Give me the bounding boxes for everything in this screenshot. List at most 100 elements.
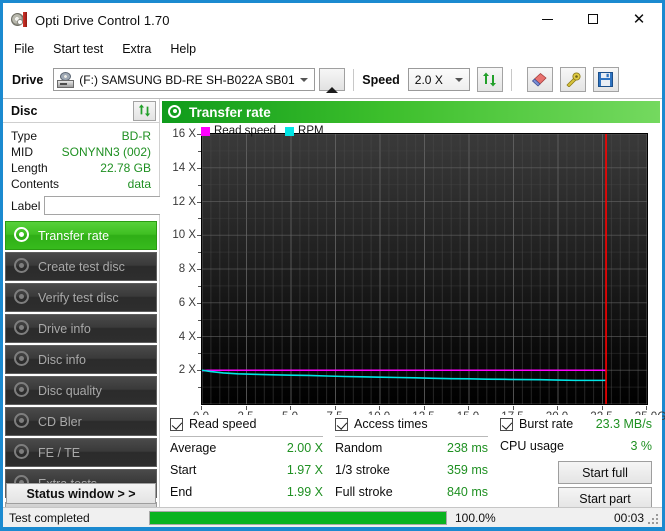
stat-value: 1.99 X — [286, 485, 323, 499]
window-title: Opti Drive Control 1.70 — [35, 12, 170, 28]
read-speed-checkbox-row[interactable]: Read speed — [170, 415, 345, 433]
legend-swatch-read-speed — [201, 126, 210, 136]
sidebar-item-transfer-rate[interactable]: Transfer rate — [5, 221, 157, 250]
stat-value: 2.00 X — [286, 441, 323, 455]
sidebar-item-label: Create test disc — [38, 259, 125, 274]
stat-row-third-stroke: 1/3 stroke 359 ms — [335, 459, 510, 481]
burst-rate-checkbox[interactable] — [500, 417, 513, 431]
row-key: Length — [11, 161, 48, 175]
access-times-checkbox-row[interactable]: Access times — [335, 415, 510, 433]
legend-label-rpm: RPM — [298, 125, 324, 137]
row-value: SONYNN3 (002) — [61, 145, 151, 159]
sidebar-item-drive-info[interactable]: Drive info — [5, 314, 157, 343]
sidebar-item-disc-info[interactable]: Disc info — [5, 345, 157, 374]
sidebar-item-disc-quality[interactable]: Disc quality — [5, 376, 157, 405]
maximize-button[interactable] — [570, 3, 616, 35]
cpu-usage-value: 3 % — [630, 439, 652, 453]
access-times-checkbox-label: Access times — [354, 417, 428, 431]
menu-item-file[interactable]: File — [6, 39, 42, 59]
start-full-button[interactable]: Start full — [558, 461, 652, 484]
cpu-usage-label: CPU usage — [500, 439, 564, 453]
title-bar: Opti Drive Control 1.70 ✕ — [3, 3, 662, 37]
transfer-rate-icon — [14, 227, 31, 244]
nav-list: Transfer rate Create test disc Verify te… — [3, 221, 159, 519]
sidebar-item-label: Disc info — [38, 352, 86, 367]
chart-x-tick — [245, 406, 247, 410]
row-key: MID — [11, 145, 33, 159]
chart-x-tick — [423, 406, 425, 410]
burst-rate-row: Burst rate 23.3 MB/s — [500, 415, 660, 433]
chart-x-tick — [601, 406, 603, 410]
burst-rate-stats: Burst rate 23.3 MB/s CPU usage 3 % Start… — [500, 415, 660, 510]
stat-value: 1.97 X — [286, 463, 323, 477]
disc-panel-title: Disc — [11, 103, 38, 118]
speed-select[interactable]: 2.0 X — [407, 68, 470, 91]
disc-info-row-length: Length 22.78 GB — [11, 160, 151, 176]
disc-info-icon — [14, 351, 31, 368]
row-key: Contents — [11, 177, 60, 191]
floppy-save-icon — [598, 72, 614, 87]
cd-bler-icon — [14, 413, 31, 430]
chart-x-tick — [512, 406, 514, 410]
stat-key: End — [170, 485, 193, 499]
row-value: data — [127, 177, 151, 191]
status-bar: Test completed 100.0% 00:03 — [3, 507, 662, 527]
chart-canvas — [201, 133, 648, 405]
progress-label: 100.0% — [455, 510, 496, 525]
stat-row-end: End 1.99 X — [170, 481, 345, 503]
chart-legend: Read speed RPM — [201, 125, 324, 137]
chevron-down-icon — [300, 77, 309, 82]
stat-key: 1/3 stroke — [335, 463, 390, 477]
app-window: Opti Drive Control 1.70 ✕ File Start tes… — [0, 0, 665, 531]
drive-select[interactable]: (F:) SAMSUNG BD-RE SH-B022A SB01 — [53, 68, 316, 91]
sidebar-item-create-test-disc[interactable]: Create test disc — [5, 252, 157, 281]
status-window-button[interactable]: Status window > > — [6, 483, 156, 504]
read-speed-stats: Read speed Average 2.00 X Start 1.97 X E… — [170, 415, 345, 503]
sidebar-item-label: Drive info — [38, 321, 91, 336]
eject-icon — [325, 72, 339, 93]
eject-button[interactable] — [319, 68, 346, 93]
sidebar-item-fe-te[interactable]: FE / TE — [5, 438, 157, 467]
create-test-disc-icon — [14, 258, 31, 275]
refresh-button[interactable] — [476, 67, 503, 92]
stat-row-average: Average 2.00 X — [170, 437, 345, 459]
stat-value: 840 ms — [447, 485, 488, 499]
disc-info-row-mid: MID SONYNN3 (002) — [11, 144, 151, 160]
menu-item-start-test[interactable]: Start test — [45, 39, 111, 59]
chart-y-tick-label: 12 X — [172, 195, 196, 208]
menu-item-extra[interactable]: Extra — [114, 39, 159, 59]
burst-rate-value: 23.3 MB/s — [595, 417, 652, 431]
access-times-checkbox[interactable] — [335, 417, 348, 431]
progress-bar — [149, 510, 447, 525]
menu-bar: File Start test Extra Help — [3, 37, 662, 61]
chart-x-tick — [334, 406, 336, 410]
stat-key: Full stroke — [335, 485, 393, 499]
drive-select-value: (F:) SAMSUNG BD-RE SH-B022A SB01 — [79, 72, 295, 87]
left-panel: Disc Type BD-R MID SONYNN3 (002) Length … — [3, 99, 215, 519]
tools-button[interactable] — [559, 67, 586, 92]
sidebar-item-verify-test-disc[interactable]: Verify test disc — [5, 283, 157, 312]
sidebar-item-cd-bler[interactable]: CD Bler — [5, 407, 157, 436]
chart-x-tick — [201, 406, 202, 410]
disc-quality-icon — [14, 382, 31, 399]
read-speed-checkbox[interactable] — [170, 417, 183, 431]
disc-panel-header: Disc — [3, 99, 159, 123]
optical-disc-icon — [11, 12, 27, 28]
legend-label-read-speed: Read speed — [214, 125, 277, 137]
burst-rate-checkbox-row[interactable]: Burst rate — [500, 415, 573, 433]
chart-y-tick-label: 16 X — [172, 128, 196, 140]
disc-info-row-contents: Contents data — [11, 176, 151, 192]
chart-svg — [202, 134, 647, 404]
close-button[interactable]: ✕ — [616, 3, 662, 35]
progress-fill — [150, 511, 446, 524]
read-speed-checkbox-label: Read speed — [189, 417, 257, 431]
save-button[interactable] — [592, 67, 619, 92]
chart-y-tick-label: 10 X — [172, 229, 196, 242]
disc-refresh-button[interactable] — [133, 100, 156, 121]
drive-icon — [57, 71, 75, 88]
menu-item-help[interactable]: Help — [162, 39, 204, 59]
drive-info-icon — [14, 320, 31, 337]
stat-key: Start — [170, 463, 197, 477]
erase-button[interactable] — [526, 67, 553, 92]
minimize-button[interactable] — [524, 3, 570, 35]
